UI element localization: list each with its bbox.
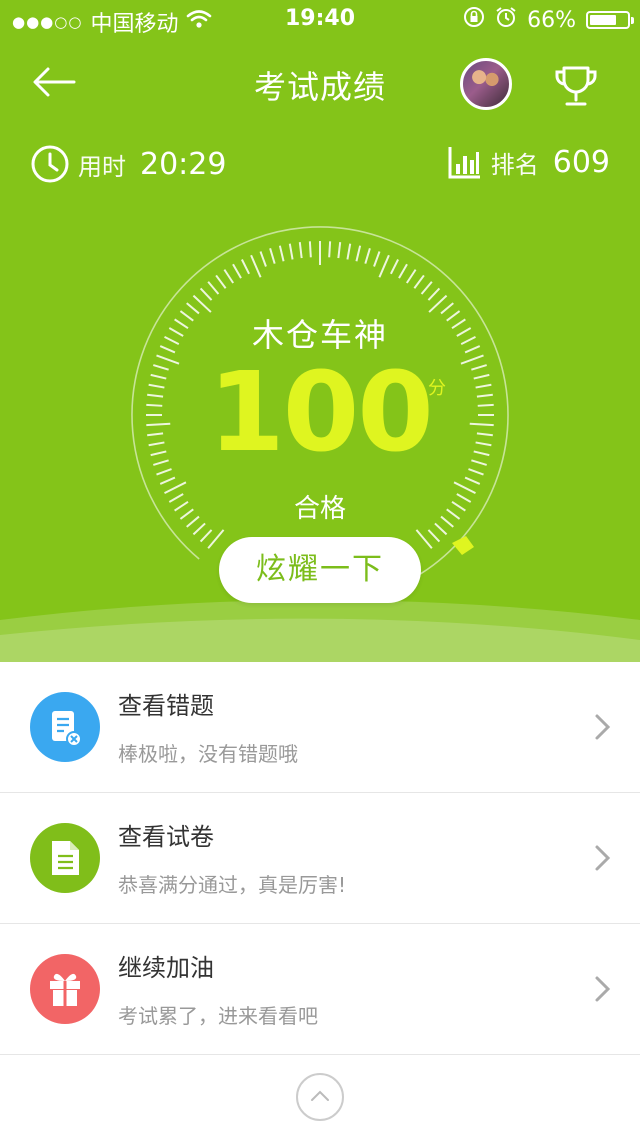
gauge-tick (199, 287, 213, 301)
gauge-tick (390, 259, 399, 275)
gauge-tick (398, 263, 408, 279)
gauge-pointer (452, 536, 474, 555)
gauge-tick (232, 263, 242, 279)
gauge-tick (298, 242, 303, 259)
gauge-tick (337, 242, 342, 259)
time-used: 用时 20:29 (30, 144, 226, 184)
bottom-bar (0, 1054, 640, 1137)
clock-icon (31, 145, 69, 183)
gauge-tick (250, 254, 262, 278)
scroll-up-button[interactable] (296, 1073, 344, 1121)
exam-paper-icon (30, 823, 100, 893)
chevron-right-icon (595, 976, 611, 1002)
gauge-tick (269, 248, 276, 264)
exam-stats: 用时 20:29 排名 609 (0, 142, 640, 192)
gauge-tick (405, 269, 417, 284)
gauge-tick (427, 529, 441, 543)
chevron-right-icon (595, 714, 611, 740)
ranking: 排名 609 (447, 144, 610, 180)
gauge-tick (373, 251, 381, 267)
gauge-tick (328, 241, 332, 258)
gauge-tick (355, 245, 362, 262)
gauge-tick (215, 274, 227, 289)
list-item-wrong-questions[interactable]: 查看错题 棒极啦，没有错题哦 (0, 662, 640, 793)
list-item-subtitle: 棒极啦，没有错题哦 (118, 742, 298, 766)
gauge-tick (308, 241, 312, 258)
score-value: 100 (208, 348, 434, 476)
ranking-label: 排名 (490, 150, 539, 179)
list-item-title: 查看错题 (118, 692, 214, 720)
status-bar: ●●●○○ 中国移动 19:40 66% (0, 0, 640, 40)
battery-percent: 66% (527, 7, 576, 33)
chevron-right-icon (595, 845, 611, 871)
gauge-tick (192, 522, 206, 536)
navigation-bar: 考试成绩 (0, 44, 640, 124)
score-unit: 分 (428, 378, 446, 399)
list-item-subtitle: 恭喜满分通过，真是厉害! (118, 873, 347, 897)
result-header: ●●●○○ 中国移动 19:40 66% 考试成绩 用时 20:29 排名 60… (0, 0, 640, 662)
gauge-tick (223, 269, 235, 284)
pass-status: 合格 (293, 494, 346, 524)
time-used-label: 用时 (78, 152, 126, 181)
bar-chart-icon (448, 147, 480, 179)
gauge-tick (420, 281, 433, 295)
gauge-tick (278, 245, 285, 262)
wrong-questions-icon (30, 692, 100, 762)
gauge-tick (159, 476, 176, 485)
gauge-tick (346, 243, 352, 260)
chevron-up-icon (311, 1090, 329, 1101)
gauge-tick (378, 254, 390, 278)
gauge-tick (464, 476, 481, 485)
share-button[interactable]: 炫耀一下 (219, 537, 421, 603)
list-item-title: 查看试卷 (118, 823, 214, 851)
alarm-icon (495, 6, 517, 34)
page-title: 考试成绩 (253, 68, 386, 106)
battery-icon (586, 11, 634, 29)
gauge-tick (427, 287, 441, 301)
time-used-value: 20:29 (140, 146, 227, 182)
gauge-tick (207, 281, 220, 295)
gauge-tick (207, 529, 225, 549)
ranking-value: 609 (552, 144, 610, 180)
list-item-exam-paper[interactable]: 查看试卷 恭喜满分通过，真是厉害! (0, 793, 640, 924)
list-item-title: 继续加油 (118, 954, 214, 982)
gift-icon (30, 954, 100, 1024)
gauge-tick (241, 259, 250, 275)
list-item-subtitle: 考试累了，进来看看吧 (118, 1004, 318, 1028)
gauge-tick (199, 529, 213, 543)
list-item-keep-going[interactable]: 继续加油 考试累了，进来看看吧 (0, 924, 640, 1055)
rotation-lock-icon (463, 6, 485, 34)
gauge-tick (413, 274, 425, 289)
gauge-tick (364, 248, 371, 264)
action-list: 查看错题 棒极啦，没有错题哦 查看试卷 恭喜满分通过，真是厉害! 继续加油 考试… (0, 662, 640, 1055)
gauge-tick (434, 522, 448, 536)
trophy-icon[interactable] (552, 62, 600, 110)
gauge-tick (415, 529, 433, 549)
gauge-tick (259, 251, 267, 267)
avatar[interactable] (460, 58, 512, 110)
gauge-tick (288, 243, 294, 260)
